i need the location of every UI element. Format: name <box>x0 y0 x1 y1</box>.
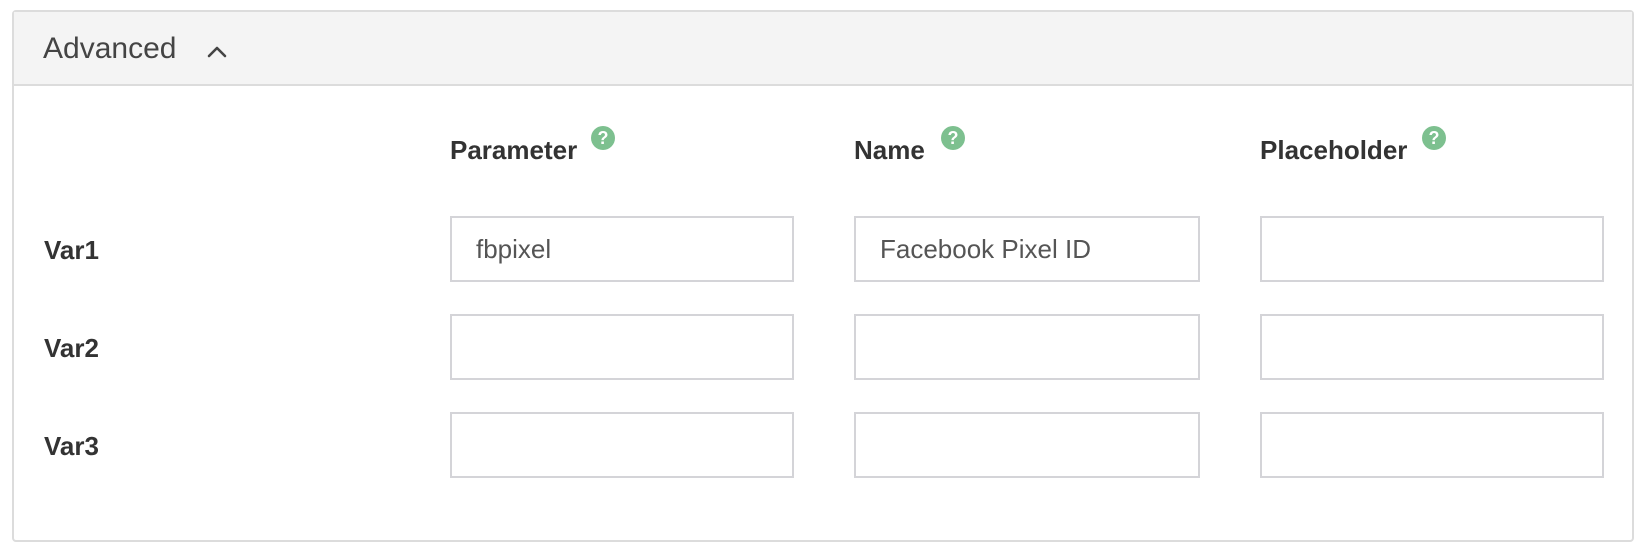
column-header-placeholder: Placeholder <box>1260 135 1408 165</box>
question-icon[interactable]: ? <box>941 126 965 150</box>
row-label-var2: Var2 <box>44 333 99 363</box>
var3-parameter-input[interactable] <box>450 412 794 478</box>
var3-placeholder-input[interactable] <box>1260 412 1604 478</box>
var1-parameter-input[interactable] <box>450 216 794 282</box>
var2-placeholder-input[interactable] <box>1260 314 1604 380</box>
question-icon[interactable]: ? <box>591 126 615 150</box>
var3-name-input[interactable] <box>854 412 1200 478</box>
var1-placeholder-input[interactable] <box>1260 216 1604 282</box>
row-label-var1: Var1 <box>44 235 99 265</box>
chevron-up-icon[interactable] <box>206 44 228 58</box>
question-icon[interactable]: ? <box>1422 126 1446 150</box>
var2-name-input[interactable] <box>854 314 1200 380</box>
row-label-var3: Var3 <box>44 431 99 461</box>
section-title: Advanced <box>43 32 177 65</box>
var1-name-input[interactable] <box>854 216 1200 282</box>
var2-parameter-input[interactable] <box>450 314 794 380</box>
advanced-section-header[interactable]: Advanced <box>14 12 1632 86</box>
column-header-name: Name <box>854 135 925 165</box>
column-header-parameter: Parameter <box>450 135 578 165</box>
